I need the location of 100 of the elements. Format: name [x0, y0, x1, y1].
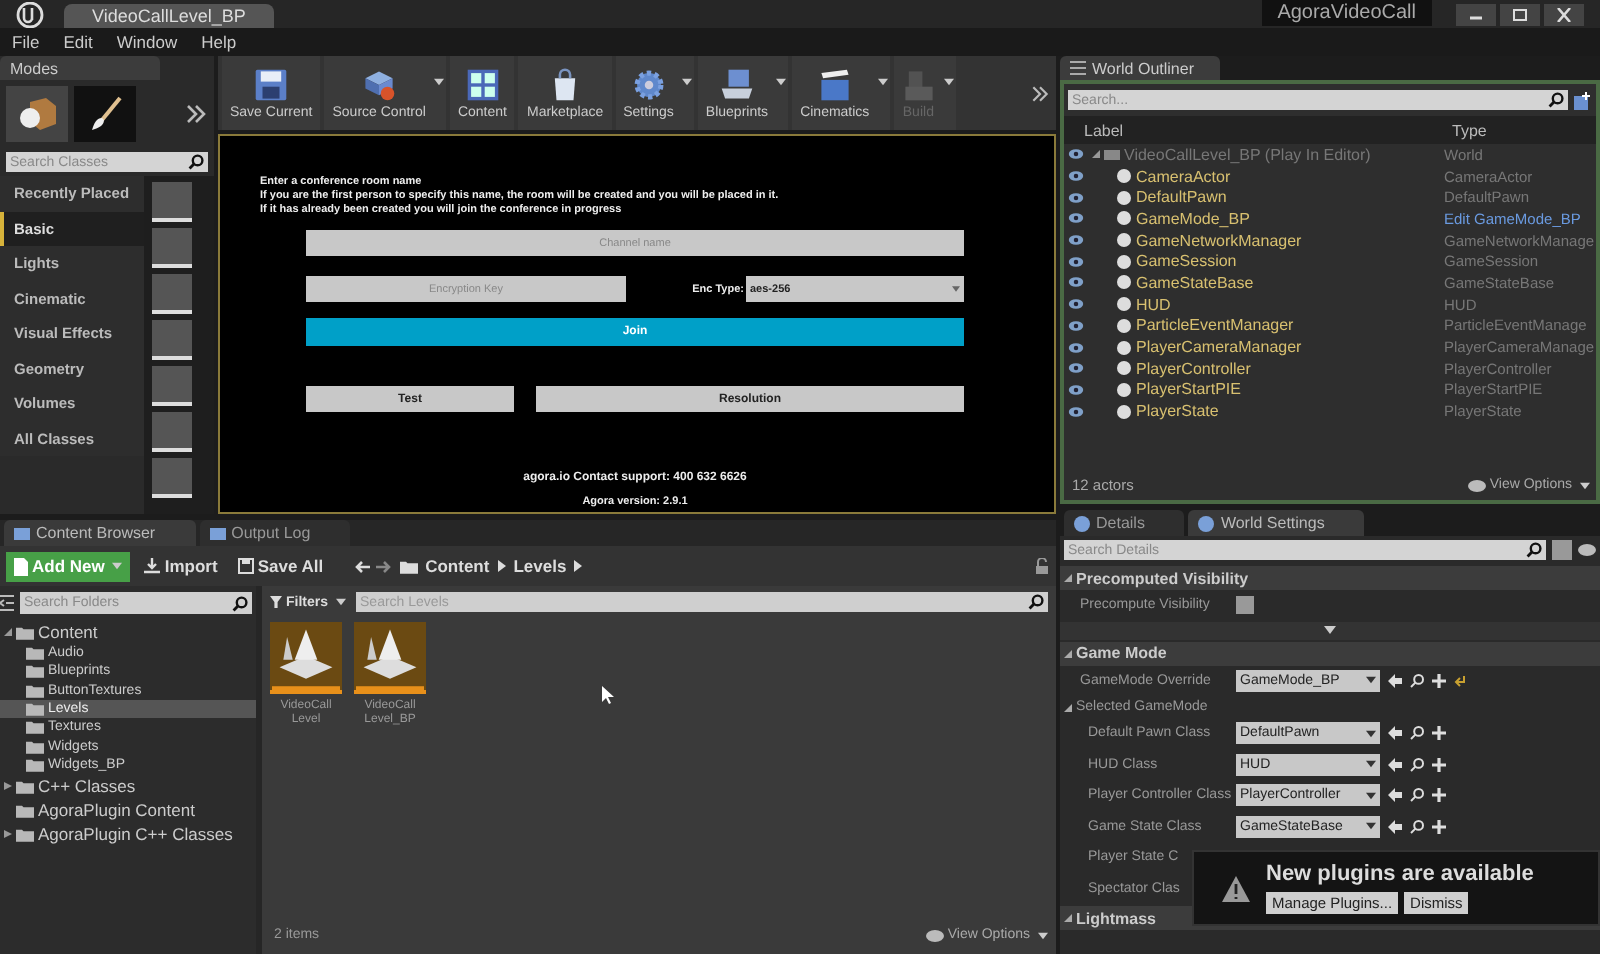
folder-item[interactable]: Content: [0, 620, 256, 644]
outliner-item[interactable]: DefaultPawn: [1136, 188, 1227, 207]
search-icon[interactable]: [1410, 757, 1424, 772]
eye-icon[interactable]: [1068, 319, 1084, 332]
eye-icon[interactable]: [1068, 405, 1084, 418]
folder-item[interactable]: C++ Classes: [0, 774, 256, 799]
left-arrow-icon[interactable]: [1388, 726, 1402, 741]
folder-item[interactable]: AgoraPlugin Content: [0, 798, 256, 823]
outliner-item[interactable]: PlayerStartPIE: [1136, 380, 1241, 399]
panel-tab[interactable]: Details: [1064, 510, 1185, 536]
eye-icon[interactable]: [1068, 170, 1084, 183]
back-arrow-icon[interactable]: [353, 559, 370, 573]
eye-icon[interactable]: [1068, 362, 1084, 375]
eye-icon[interactable]: [1068, 234, 1084, 247]
left-arrow-icon[interactable]: [1388, 819, 1402, 834]
world-outliner-tab[interactable]: World Outliner: [1060, 56, 1220, 80]
collapsed-arrow-icon[interactable]: [4, 830, 12, 839]
panel-tab[interactable]: Content Browser: [4, 520, 196, 546]
panel-tab[interactable]: World Settings: [1188, 510, 1365, 536]
expanded-arrow-icon[interactable]: [1064, 649, 1072, 657]
search-icon[interactable]: [1410, 673, 1424, 688]
shape-thumbnail[interactable]: [152, 458, 192, 498]
breadcrumb-arrow-icon[interactable]: [497, 560, 506, 572]
column-header[interactable]: Label: [1084, 121, 1124, 139]
plus-icon[interactable]: [1432, 788, 1446, 803]
outliner-item[interactable]: GameStateBase: [1136, 273, 1254, 292]
shape-thumbnail[interactable]: [152, 228, 192, 268]
expanded-arrow-icon[interactable]: [4, 628, 12, 636]
reset-arrow-icon[interactable]: [1454, 673, 1468, 688]
expanded-arrow-icon[interactable]: [1064, 574, 1072, 582]
outliner-item[interactable]: HUD: [1136, 295, 1171, 314]
maximize-button[interactable]: [1500, 4, 1540, 26]
shape-thumbnail[interactable]: [152, 320, 192, 360]
expanded-arrow-icon[interactable]: [1064, 703, 1072, 711]
eye-icon[interactable]: [1068, 298, 1084, 311]
double-chevron-icon[interactable]: [1030, 83, 1050, 103]
shape-thumbnail[interactable]: [152, 366, 192, 406]
panel-tab[interactable]: Output Log: [199, 520, 351, 546]
collapse-panel-icon[interactable]: [0, 594, 14, 612]
import-button[interactable]: Import: [138, 556, 224, 576]
level-thumbnail[interactable]: [354, 622, 426, 694]
collapsed-arrow-icon[interactable]: [4, 782, 12, 791]
search-icon[interactable]: [1410, 726, 1424, 741]
expand-arrow-icon[interactable]: [1324, 626, 1336, 634]
menu-item[interactable]: Window: [116, 32, 178, 52]
shape-thumbnail[interactable]: [152, 182, 192, 222]
outliner-item[interactable]: GameMode_BP: [1136, 209, 1250, 228]
left-arrow-icon[interactable]: [1388, 788, 1402, 803]
close-button[interactable]: [1544, 4, 1584, 26]
eye-icon[interactable]: [1068, 255, 1084, 268]
left-arrow-icon[interactable]: [1388, 673, 1402, 688]
eye-icon[interactable]: [1068, 148, 1084, 161]
eye-icon[interactable]: [1578, 544, 1596, 556]
maximize-icon: [1512, 8, 1528, 22]
outliner-item[interactable]: GameNetworkManager: [1136, 231, 1302, 250]
plus-icon[interactable]: [1432, 673, 1446, 688]
outliner-item[interactable]: GameSession: [1136, 252, 1237, 271]
column-header[interactable]: Type: [1452, 121, 1596, 139]
eye-icon[interactable]: [1068, 341, 1084, 354]
breadcrumb-arrow-icon[interactable]: [574, 560, 583, 572]
shape-thumbnail[interactable]: [152, 274, 192, 314]
folder-item[interactable]: AgoraPlugin C++ Classes: [0, 822, 256, 847]
menu-item[interactable]: Edit: [63, 32, 93, 52]
modes-tab[interactable]: Modes: [0, 56, 160, 80]
menu-item[interactable]: Help: [201, 32, 237, 52]
forward-arrow-icon[interactable]: [375, 559, 392, 573]
search-icon[interactable]: [1410, 819, 1424, 834]
plus-icon[interactable]: [1432, 726, 1446, 741]
outliner-item[interactable]: PlayerCameraManager: [1136, 338, 1302, 357]
expanded-arrow-icon[interactable]: [1064, 914, 1072, 922]
expanded-arrow-icon[interactable]: [1092, 150, 1100, 159]
globe-icon: [1198, 515, 1215, 531]
paint-mode-button[interactable]: [74, 86, 136, 142]
eye-icon[interactable]: [1068, 383, 1084, 396]
lock-icon[interactable]: [1034, 558, 1050, 574]
level-thumbnail[interactable]: [270, 622, 342, 694]
place-mode-button[interactable]: [6, 86, 68, 142]
section-header[interactable]: Lightmass: [1076, 909, 1157, 927]
minimize-button[interactable]: [1456, 4, 1496, 26]
outliner-item[interactable]: ParticleEventManager: [1136, 316, 1294, 335]
shape-thumbnail[interactable]: [152, 412, 192, 452]
eye-icon[interactable]: [1068, 212, 1084, 225]
breadcrumb-link[interactable]: Content: [425, 556, 490, 576]
left-arrow-icon[interactable]: [1388, 757, 1402, 772]
plus-icon[interactable]: [1432, 819, 1446, 834]
outliner-item[interactable]: PlayerState: [1136, 402, 1219, 421]
menu-item[interactable]: File: [12, 32, 40, 52]
checkbox[interactable]: [1236, 596, 1254, 615]
double-chevron-icon[interactable]: [184, 104, 208, 124]
search-icon[interactable]: [1410, 788, 1424, 803]
document-tab[interactable]: VideoCallLevel_BP: [64, 4, 274, 28]
outliner-item[interactable]: PlayerController: [1136, 359, 1251, 378]
eye-icon[interactable]: [1068, 191, 1084, 204]
save-all-button[interactable]: Save All: [231, 556, 330, 576]
outliner-item[interactable]: CameraActor: [1136, 167, 1231, 186]
section-header[interactable]: Game Mode: [1076, 644, 1167, 662]
plus-icon[interactable]: [1432, 757, 1446, 772]
breadcrumb-link[interactable]: Levels: [513, 556, 567, 576]
eye-icon[interactable]: [1068, 276, 1084, 289]
add-actor-icon[interactable]: [1572, 91, 1592, 109]
